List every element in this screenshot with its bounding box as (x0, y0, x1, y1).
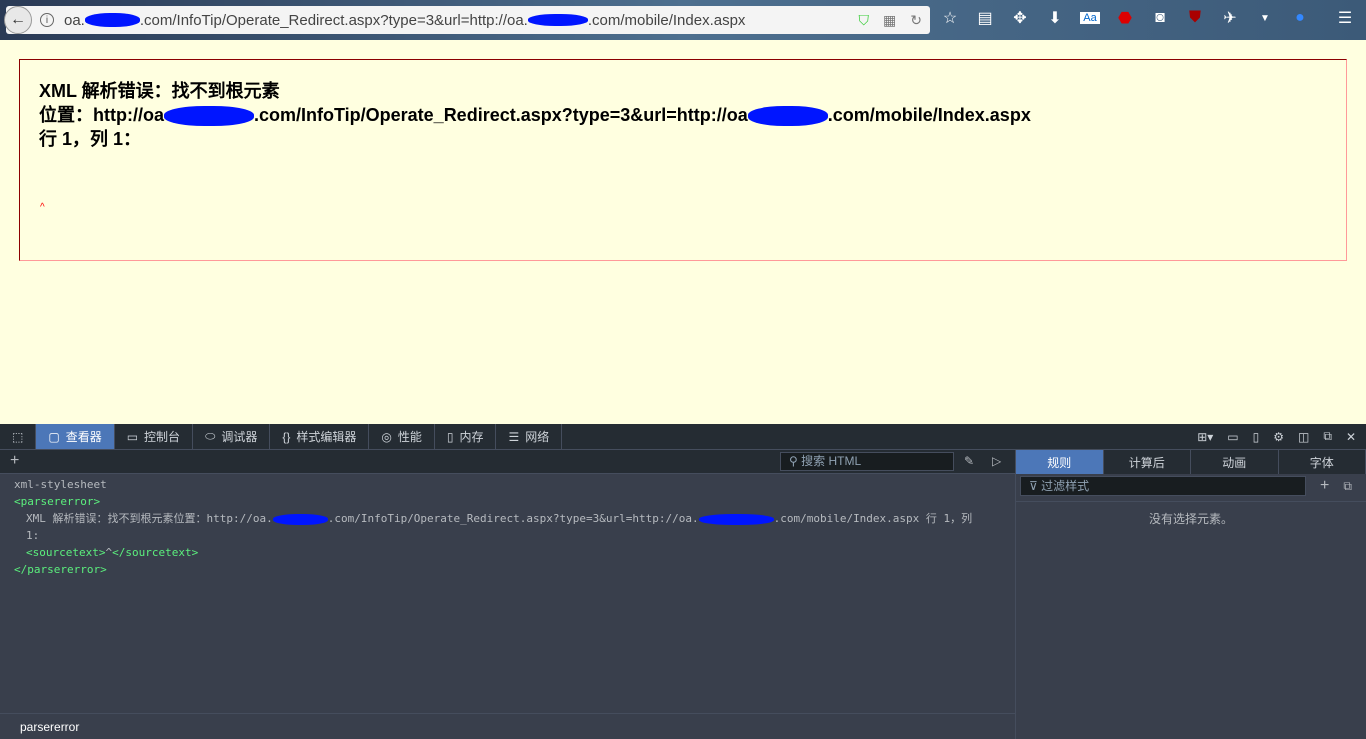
tab-console[interactable]: ▭ 控制台 (115, 424, 194, 449)
console-icon: ▭ (126, 429, 139, 444)
tab-network[interactable]: ☰ 网络 (496, 424, 563, 449)
tab-computed[interactable]: 计算后 (1104, 450, 1191, 474)
ublock-icon[interactable]: ⛊ (1185, 9, 1205, 27)
rules-sidebar: 规则 计算后 动画 字体 ⊽ 过滤样式 + ⧉ 没有选择元素。 (1015, 450, 1366, 739)
pick-element-button[interactable]: ⬚ (0, 424, 37, 449)
dock-side-icon[interactable]: ◫ (1298, 430, 1309, 444)
redaction (527, 14, 588, 26)
filter-icon: ⊽ (1029, 479, 1038, 493)
tree-node[interactable]: <parsererror> (14, 493, 1001, 510)
error-location: 位置：http://oa .com/InfoTip/Operate_Redirec… (39, 105, 1031, 127)
qr-code-icon[interactable]: ▦ (883, 12, 896, 29)
tab-debugger[interactable]: ⬭ 调试器 (193, 424, 271, 449)
overflow-chevron-icon[interactable]: ▼ (1255, 13, 1275, 24)
info-icon[interactable]: i (40, 13, 54, 27)
inspector-icon: ▢ (48, 429, 60, 444)
markup-tree: xml-stylesheet <parsererror> XML 解析错误：找不… (0, 474, 1015, 580)
url-bar[interactable]: ← i oa. .com/InfoTip/Operate_Redirect.asp… (4, 6, 930, 34)
responsive-icon[interactable]: ▯ (1253, 430, 1260, 444)
xml-error-panel: XML 解析错误：找不到根元素 位置：http://oa .com/InfoTip… (19, 59, 1347, 261)
source-caret: ^ (40, 202, 45, 213)
tree-node[interactable]: </parsererror> (14, 561, 1001, 578)
search-html-input[interactable]: ⚲ 搜索 HTML (780, 452, 954, 471)
split-console-icon[interactable]: ▭ (1227, 430, 1238, 444)
tab-performance[interactable]: ◎ 性能 (369, 424, 435, 449)
extension-icon[interactable]: ✈ (1220, 8, 1240, 28)
menu-icon[interactable]: ☰ (1335, 8, 1355, 28)
tree-node[interactable]: xml-stylesheet (14, 476, 1001, 493)
gauge-icon: ◎ (381, 429, 392, 444)
tab-style-editor[interactable]: {} 样式编辑器 (270, 424, 370, 449)
braces-icon: {} (282, 429, 291, 444)
back-button[interactable]: ← (4, 6, 32, 34)
no-element-message: 没有选择元素。 (1016, 501, 1366, 527)
tab-fonts[interactable]: 字体 (1279, 450, 1366, 474)
redaction (747, 106, 828, 127)
debugger-icon: ⬭ (205, 429, 216, 443)
error-line: 行 1，列 1： (39, 129, 142, 149)
redaction (163, 106, 254, 127)
tab-memory[interactable]: ▯ 内存 (435, 424, 497, 449)
add-node-button[interactable]: + (10, 452, 19, 470)
eyedropper-icon[interactable]: ✎ (964, 454, 974, 468)
toggle-classes-icon[interactable]: ⧉ (1343, 479, 1352, 494)
memory-icon: ▯ (446, 429, 454, 444)
move-icon[interactable]: ✥ (1010, 8, 1030, 28)
download-icon[interactable]: ⬇ (1045, 8, 1065, 28)
filter-styles-input[interactable]: ⊽ 过滤样式 (1020, 476, 1306, 496)
tree-text-node[interactable]: XML 解析错误：找不到根元素位置：http://oa. .com/InfoTip… (14, 510, 1001, 527)
sidebar-toggle-icon[interactable]: ▷ (992, 454, 1001, 468)
error-title: XML 解析错误：找不到根元素 (39, 81, 280, 101)
breadcrumb[interactable]: parsererror (0, 713, 1015, 739)
devtools-tabs: ⬚ ▢ 查看器 ▭ 控制台 ⬭ 调试器 {} 样式编辑器 ◎ 性能 ▯ 内存 ☰ 网络 ⊞▾ ▭… (0, 424, 1366, 450)
mask-icon[interactable]: ◙ (1150, 9, 1170, 27)
gear-icon[interactable]: ⚙ (1273, 430, 1284, 444)
translate-icon[interactable]: Aa (1080, 12, 1100, 24)
redaction (84, 13, 140, 27)
undock-icon[interactable]: ⧉ (1323, 429, 1332, 444)
reload-icon[interactable]: ↻ (910, 12, 922, 29)
layout-icon[interactable]: ⊞▾ (1197, 430, 1213, 444)
tab-inspector[interactable]: ▢ 查看器 (36, 424, 115, 449)
bookmark-star-icon[interactable]: ☆ (940, 8, 960, 28)
player-icon[interactable]: ● (1290, 9, 1310, 27)
tab-rules[interactable]: 规则 (1016, 450, 1104, 474)
tree-node[interactable]: <sourcetext>^</sourcetext> (14, 544, 1001, 561)
add-rule-button[interactable]: + (1320, 477, 1329, 495)
tab-animations[interactable]: 动画 (1191, 450, 1279, 474)
shield-icon[interactable]: ⛉ (859, 12, 870, 29)
adblock-icon[interactable]: ⬣ (1115, 8, 1135, 28)
devtools: ⬚ ▢ 查看器 ▭ 控制台 ⬭ 调试器 {} 样式编辑器 ◎ 性能 ▯ 内存 ☰ 网络 ⊞▾ ▭… (0, 424, 1366, 739)
browser-toolbar: ← i oa. .com/InfoTip/Operate_Redirect.asp… (0, 0, 1366, 40)
network-icon: ☰ (508, 429, 520, 444)
reader-list-icon[interactable]: ▤ (975, 8, 995, 28)
close-icon[interactable]: ✕ (1346, 430, 1356, 444)
